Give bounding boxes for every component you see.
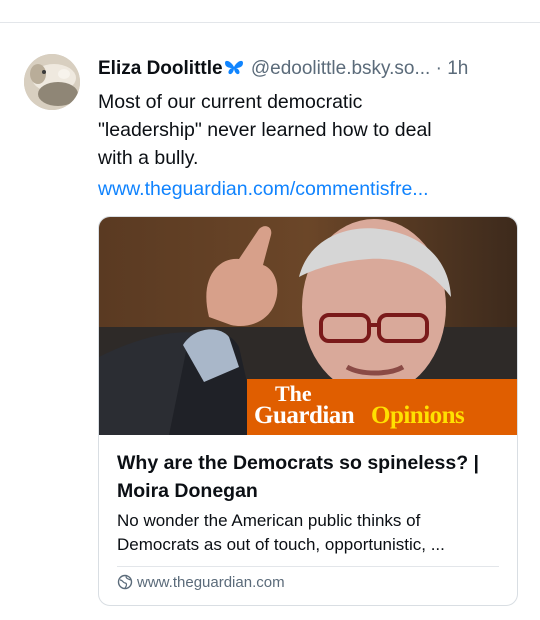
logo-guardian: Guardian [254,402,355,429]
post-header: Eliza Doolittle @edoolittle.bsky.so... ·… [98,56,528,85]
post-text-line: Most of our current democratic [98,91,363,113]
post-text-line: with a bully. [98,147,199,169]
card-thumbnail[interactable]: The Guardian Opinions [99,217,517,435]
post-link[interactable]: www.theguardian.com/commentisfre... [98,175,429,203]
card-title[interactable]: Why are the Democrats so spineless? | Mo… [117,449,507,505]
avatar-image [24,54,80,110]
display-name[interactable]: Eliza Doolittle [98,58,223,79]
post-text: Most of our current democratic "leadersh… [98,88,508,172]
card-divider [117,566,499,567]
globe-icon [117,574,133,596]
card-description: No wonder the American public thinks of … [117,511,445,554]
logo-opinions: Opinions [371,402,465,429]
guardian-logo: The Guardian Opinions [247,379,517,435]
avatar[interactable] [24,54,80,110]
link-card[interactable]: The Guardian Opinions Why are the Democr… [98,216,518,606]
post-text-line: "leadership" never learned how to deal [98,119,432,141]
card-domain: www.theguardian.com [117,573,285,596]
butterfly-icon [224,59,244,85]
separator-dot: · [435,58,442,79]
timestamp[interactable]: 1h [447,58,468,79]
top-divider [0,22,540,23]
card-domain-text: www.theguardian.com [137,574,285,591]
handle[interactable]: @edoolittle.bsky.so... [251,58,430,79]
